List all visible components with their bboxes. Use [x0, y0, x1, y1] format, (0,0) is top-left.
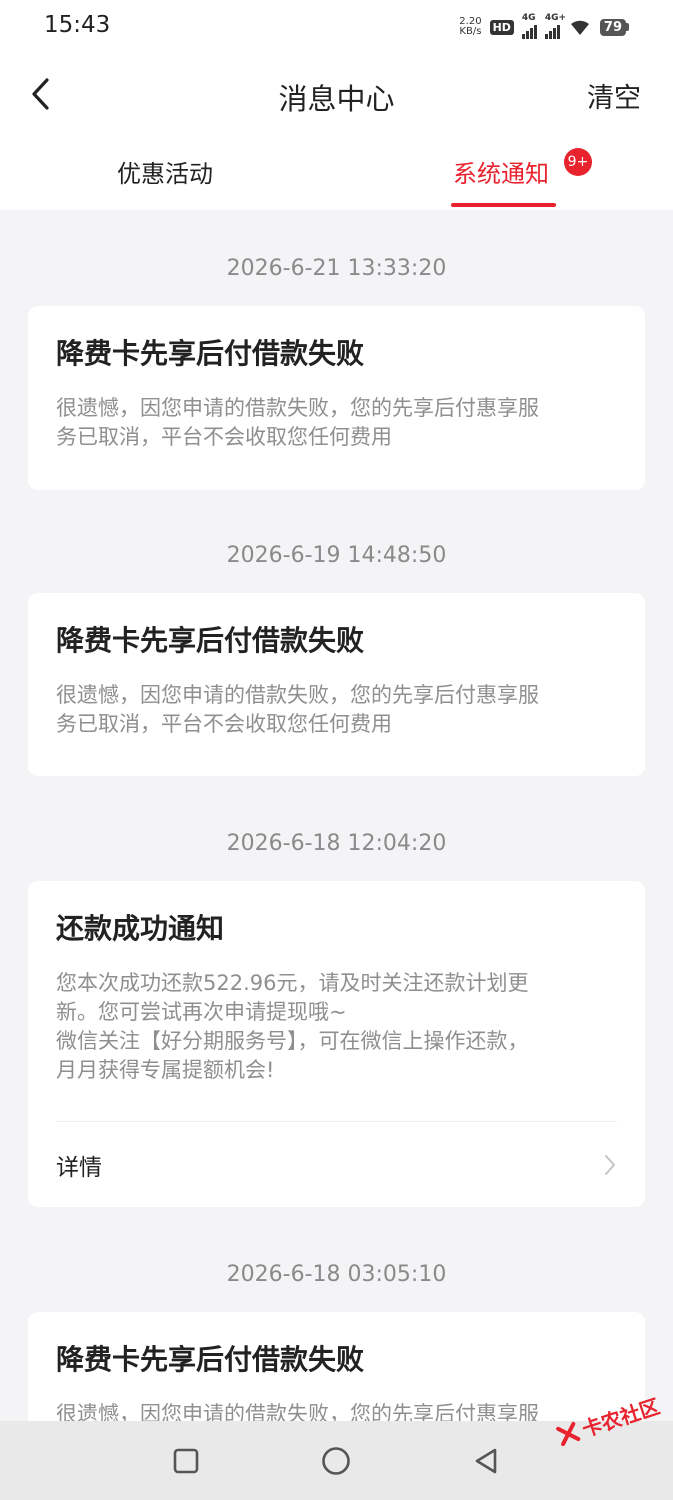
detail-label: 详情	[56, 1155, 102, 1181]
message-title: 降费卡先享后付借款失败	[56, 1343, 365, 1376]
message-card[interactable]: 还款成功通知 您本次成功还款522.96元，请及时关注还款计划更 新。您可尝试再…	[28, 881, 645, 1207]
wifi-icon	[570, 20, 589, 35]
signal-sim1-icon: 4G	[521, 13, 537, 39]
message-title: 还款成功通知	[56, 912, 225, 945]
back-nav-button[interactable]	[468, 1443, 504, 1479]
circle-icon	[322, 1447, 350, 1475]
home-button[interactable]	[318, 1443, 354, 1479]
message-body: 您本次成功还款522.96元，请及时关注还款计划更 新。您可尝试再次申请提现哦~…	[56, 971, 529, 1082]
message-card[interactable]: 降费卡先享后付借款失败 很遗憾，因您申请的借款失败，您的先享后付惠享服 务已取消…	[28, 593, 645, 776]
square-icon	[173, 1448, 199, 1474]
hd-icon: HD	[489, 19, 514, 35]
status-icons: 2.20 KB/s HD 4G 4G+ 79	[459, 13, 629, 40]
signal-sim2-icon: 4G+	[544, 13, 566, 39]
network-speed: 2.20 KB/s	[459, 16, 482, 37]
message-card[interactable]: 降费卡先享后付借款失败 很遗憾，因您申请的借款失败，您的先享后付惠享服 务已取消…	[28, 306, 645, 490]
chevron-right-icon	[605, 1155, 615, 1175]
unread-count-badge: 9+	[564, 148, 592, 176]
header: 消息中心 清空	[0, 56, 673, 136]
battery-icon: 79	[599, 18, 629, 36]
divider	[56, 1121, 617, 1122]
message-title: 降费卡先享后付借款失败	[56, 624, 365, 657]
active-tab-indicator	[451, 203, 556, 207]
message-body: 很遗憾，因您申请的借款失败，您的先享后付惠享服 务已取消，平台不会收取您任何费用	[56, 683, 539, 736]
message-body: 很遗憾，因您申请的借款失败，您的先享后付惠享服 务已取消，平台不会收取您任何费用	[56, 396, 539, 449]
tab-promotions[interactable]: 优惠活动	[117, 154, 213, 189]
detail-link[interactable]: 详情	[56, 1135, 617, 1195]
tab-system-notifications[interactable]: 系统通知	[453, 154, 549, 189]
page-title: 消息中心	[278, 82, 395, 116]
recent-apps-button[interactable]	[168, 1443, 204, 1479]
status-time: 15:43	[44, 12, 111, 38]
clear-button[interactable]: 清空	[587, 76, 641, 115]
message-card[interactable]: 降费卡先享后付借款失败 很遗憾，因您申请的借款失败，您的先享后付惠享服	[28, 1312, 645, 1432]
triangle-back-icon	[475, 1448, 497, 1474]
message-date: 2026-6-21 13:33:20	[226, 256, 447, 281]
message-date: 2026-6-18 12:04:20	[226, 831, 447, 856]
message-date: 2026-6-19 14:48:50	[226, 543, 447, 568]
message-date: 2026-6-18 03:05:10	[226, 1262, 447, 1287]
message-title: 降费卡先享后付借款失败	[56, 337, 365, 370]
status-bar: 15:43 2.20 KB/s HD 4G 4G+ 79	[0, 0, 673, 56]
